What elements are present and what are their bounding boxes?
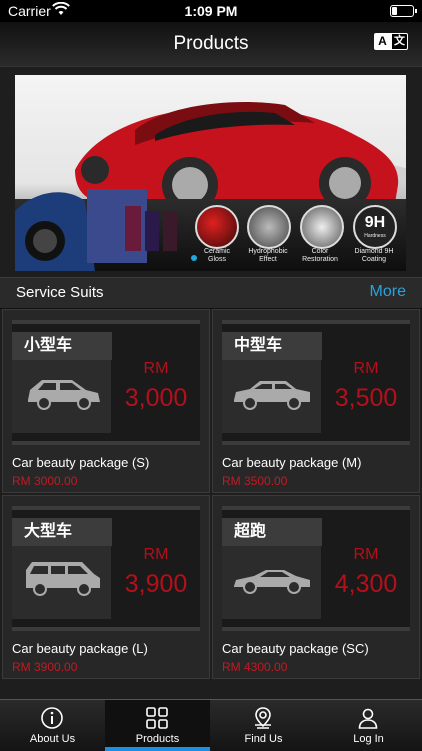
- promo-banner[interactable]: 9H Hardness Ceramic Gloss Hydrophobic Ef…: [15, 75, 406, 271]
- page-title: Products: [173, 33, 249, 54]
- size-tag: 中型车: [222, 332, 322, 360]
- size-tag: 小型车: [12, 332, 112, 360]
- product-name: Car beauty package (SC): [222, 641, 369, 656]
- tab-label: Products: [135, 733, 180, 745]
- product-name: Car beauty package (M): [222, 455, 362, 470]
- product-price: RM 3900.00: [12, 660, 78, 674]
- sedan-car-icon: [234, 381, 310, 410]
- product-image: 小型车 RM 3,000: [12, 320, 200, 445]
- size-tag: 大型车: [12, 518, 112, 546]
- carousel-page-indicator[interactable]: [191, 255, 197, 261]
- banner-label-color: Color Restoration: [302, 248, 338, 263]
- sports-car-icon: [234, 570, 310, 594]
- hydrophobic-effect-icon: [247, 205, 291, 249]
- nav-bar: Products A 文: [0, 22, 422, 67]
- tab-products[interactable]: Products: [105, 700, 210, 751]
- price-currency: RM: [143, 360, 169, 377]
- grid-icon: [146, 707, 168, 729]
- product-price: RM 4300.00: [222, 660, 288, 674]
- tab-label: Find Us: [244, 733, 283, 745]
- product-price: RM 3500.00: [222, 474, 288, 488]
- location-pin-icon: [255, 707, 271, 729]
- blue-car-product-image: [15, 189, 177, 271]
- product-price: RM 3000.00: [12, 474, 78, 488]
- more-link[interactable]: More: [370, 283, 406, 301]
- product-image: 超跑 RM 4,300: [222, 506, 410, 631]
- clock: 1:09 PM: [184, 3, 238, 19]
- translate-icon-a: A: [374, 33, 391, 50]
- size-tag: 超跑: [222, 518, 322, 546]
- tab-about-us[interactable]: About Us: [0, 700, 105, 751]
- badge-9h-text: 9H: [364, 214, 386, 231]
- product-name: Car beauty package (S): [12, 455, 150, 470]
- tab-log-in[interactable]: Log In: [316, 700, 421, 751]
- product-card[interactable]: 超跑 RM 4,300 Car beauty package (SC) RM 4…: [212, 495, 420, 679]
- price-currency: RM: [143, 546, 169, 563]
- tab-bar: About Us Products Find Us Log In: [0, 699, 422, 751]
- color-restoration-icon: [300, 205, 344, 249]
- user-icon: [358, 708, 378, 729]
- price-value: 3,900: [124, 570, 188, 598]
- battery-icon: [390, 5, 417, 17]
- price-currency: RM: [353, 360, 379, 377]
- product-name: Car beauty package (L): [12, 641, 148, 656]
- badge-hardness-text: Hardness: [364, 233, 386, 239]
- price-value: 4,300: [334, 570, 398, 598]
- price-value: 3,000: [124, 384, 188, 412]
- product-card[interactable]: 大型车 RM 3,900 Car beauty package (L) RM 3…: [2, 495, 210, 679]
- tab-label: Log In: [353, 733, 384, 745]
- status-bar: Carrier 1:09 PM: [0, 0, 422, 22]
- tab-find-us[interactable]: Find Us: [211, 700, 316, 751]
- tab-label: About Us: [29, 733, 76, 745]
- diamond-9h-badge: 9H Hardness: [353, 205, 397, 249]
- van-icon: [26, 562, 100, 596]
- translate-icon-zh: 文: [391, 33, 408, 50]
- translate-button[interactable]: A 文: [374, 33, 408, 50]
- banner-label-hydrophobic: Hydrophobic Effect: [248, 248, 288, 263]
- product-card[interactable]: 中型车 RM 3,500 Car beauty package (M) RM 3…: [212, 309, 420, 493]
- banner-label-diamond: Diamond 9H Coating: [354, 248, 394, 263]
- product-image: 中型车 RM 3,500: [222, 320, 410, 445]
- price-currency: RM: [353, 546, 379, 563]
- info-icon: [41, 707, 63, 729]
- price-value: 3,500: [334, 384, 398, 412]
- product-image: 大型车 RM 3,900: [12, 506, 200, 631]
- section-title: Service Suits: [16, 284, 104, 301]
- product-card[interactable]: 小型车 RM 3,000 Car beauty package (S) RM 3…: [2, 309, 210, 493]
- service-suits-header: Service Suits More: [0, 277, 422, 309]
- ceramic-gloss-icon: [195, 205, 239, 249]
- hatchback-car-icon: [28, 380, 100, 410]
- banner-label-ceramic: Ceramic Gloss: [203, 248, 231, 263]
